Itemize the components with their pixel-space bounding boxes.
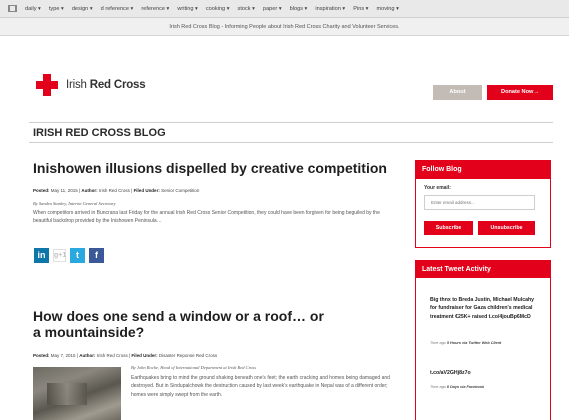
post-author-link[interactable]: Irish Red Cross | (98, 188, 134, 193)
bookmark-d-reference[interactable]: d reference ▾ (101, 6, 134, 12)
bookmark-writing[interactable]: writing ▾ (177, 6, 198, 12)
tweet-text-1[interactable]: Big thnx to Breda Justin, Michael Mulcah… (430, 296, 542, 321)
bookmarks-grid-icon[interactable] (8, 5, 17, 12)
site-logo[interactable]: Irish Red Cross (36, 74, 146, 96)
post-title-1[interactable]: Inishowen illusions dispelled by creativ… (33, 160, 393, 176)
window-title: Irish Red Cross Blog - Informing People … (0, 18, 569, 36)
about-button[interactable]: About (433, 85, 482, 100)
donate-button[interactable]: Donate Now→ (487, 85, 553, 100)
follow-blog-heading: Follow Blog (416, 161, 550, 179)
tweet-time-2: Time ago 8 Days via Facebook (430, 385, 485, 389)
post-title-2[interactable]: How does one send a window or a roof… or… (33, 308, 333, 340)
blog-title: IRISH RED CROSS BLOG (29, 122, 553, 143)
bookmark-daily[interactable]: daily ▾ (25, 6, 41, 12)
email-label: Your email: (424, 185, 451, 191)
post-image-2[interactable] (33, 367, 121, 420)
post-byline-1: By Sandra Stanley, Interim General Secre… (33, 201, 116, 206)
twitter-icon[interactable]: t (70, 248, 85, 263)
post-meta-2: Posted: May 7, 2015 | Author: Irish Red … (33, 353, 218, 358)
bookmark-design[interactable]: design ▾ (72, 6, 93, 12)
tweet-time-1: Time ago 5 Hours via Twitter Web Client (430, 341, 502, 345)
follow-blog-widget: Follow Blog Your email: Subscribe Unsubs… (415, 160, 551, 248)
red-cross-icon (36, 74, 58, 96)
google-plus-icon[interactable]: g+1 (53, 249, 66, 262)
bookmark-reference[interactable]: reference ▾ (141, 6, 169, 12)
bookmark-paper[interactable]: paper ▾ (263, 6, 282, 12)
bookmark-blogs[interactable]: blogs ▾ (290, 6, 308, 12)
linkedin-icon[interactable]: in (34, 248, 49, 263)
bookmarks-bar: daily ▾ type ▾ design ▾ d reference ▾ re… (0, 0, 569, 18)
post-byline-2: By John Roche, Head of International Dep… (131, 365, 256, 370)
tweet-activity-widget: Latest Tweet Activity Big thnx to Breda … (415, 260, 551, 420)
post-category-link[interactable]: Disaster Reponse Red Cross (158, 353, 217, 358)
bookmark-cooking[interactable]: cooking ▾ (206, 6, 230, 12)
bookmark-inspiration[interactable]: inspiration ▾ (315, 6, 345, 12)
share-bar: in g+1 t f (34, 248, 104, 263)
post-excerpt-2: Earthquakes bring to mind the ground sha… (131, 375, 390, 398)
tweet-activity-heading: Latest Tweet Activity (416, 261, 550, 278)
logo-text: Irish Red Cross (66, 79, 146, 91)
facebook-icon[interactable]: f (89, 248, 104, 263)
post-meta-1: Posted: May 11, 2015 | Author: Irish Red… (33, 188, 200, 193)
bookmark-stock[interactable]: stock ▾ (238, 6, 255, 12)
bookmark-pins[interactable]: Pins ▾ (353, 6, 368, 12)
post-author-link[interactable]: Irish Red Cross | (95, 353, 131, 358)
email-field[interactable] (424, 195, 535, 210)
post-category-link[interactable]: Senior Competition (160, 188, 199, 193)
bookmark-moving[interactable]: moving ▾ (376, 6, 398, 12)
tweet-text-2[interactable]: t.co/aV2GHj8z7o (430, 369, 542, 377)
unsubscribe-button[interactable]: Unsubscribe (478, 221, 535, 235)
bookmark-type[interactable]: type ▾ (49, 6, 64, 12)
subscribe-button[interactable]: Subscribe (424, 221, 473, 235)
post-excerpt-1: When competitors arrived in Buncrana las… (33, 210, 380, 225)
